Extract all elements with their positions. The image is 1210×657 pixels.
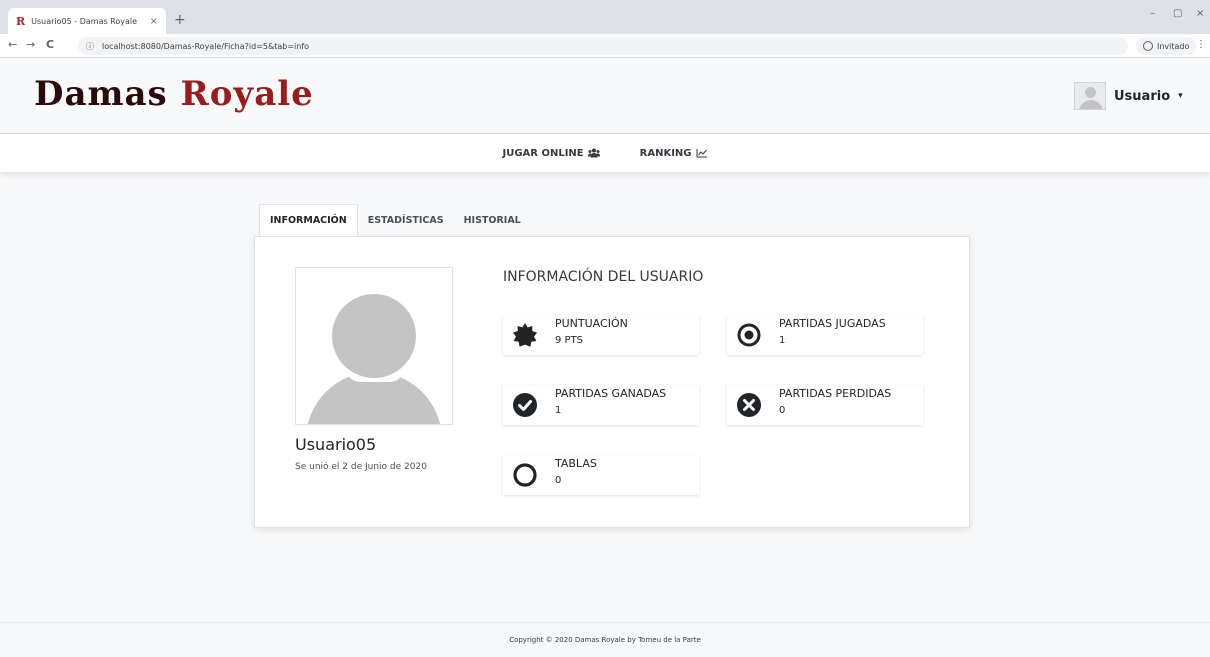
stat-partidas-perdidas: PARTIDAS PERDIDAS 0 [727, 385, 923, 425]
nav-item-ranking[interactable]: RANKING [640, 148, 708, 159]
stat-value: 0 [779, 405, 786, 416]
chart-line-icon [696, 149, 707, 158]
minimize-icon[interactable]: – [1150, 8, 1155, 19]
stat-value: 1 [555, 405, 562, 416]
circle-icon [513, 463, 537, 487]
browser-toolbar: ← → C ⓘ localhost:8080/Damas-Royale/Fich… [0, 34, 1210, 58]
restore-icon[interactable]: ▢ [1173, 8, 1182, 19]
browser-menu-icon[interactable]: ⋮ [1196, 39, 1206, 50]
tab-close-icon[interactable]: × [150, 16, 158, 27]
nav-item-label: JUGAR ONLINE [502, 147, 584, 159]
caret-down-icon: ▾ [1178, 91, 1183, 101]
reload-icon[interactable]: C [46, 38, 54, 51]
site-favicon: R [16, 14, 26, 28]
tab-informacion[interactable]: INFORMACIÓN [259, 204, 358, 237]
profile-joined-date: Se unió el 2 de Junio de 2020 [295, 462, 427, 472]
logo-text-damas: Damas [34, 74, 181, 114]
forward-icon[interactable]: → [26, 38, 35, 51]
times-circle-icon [737, 393, 761, 417]
tab-historial[interactable]: HISTORIAL [454, 204, 531, 237]
site-footer: Copyright © 2020 Damas Royale by Tomeu d… [0, 622, 1210, 657]
certificate-icon [513, 323, 537, 347]
footer-copyright: Copyright © 2020 Damas Royale by Tomeu d… [509, 636, 701, 644]
browser-tab-title: Usuario05 - Damas Royale [31, 16, 138, 26]
new-tab-button[interactable]: + [174, 12, 186, 28]
check-circle-icon [513, 393, 537, 417]
stat-value: 9 PTS [555, 335, 584, 346]
browser-tab[interactable]: R Usuario05 - Damas Royale × [8, 8, 166, 34]
stat-puntuacion: PUNTUACIÓN 9 PTS [503, 315, 699, 355]
user-menu-label: Usuario [1114, 88, 1171, 104]
browser-tabstrip: R Usuario05 - Damas Royale × + – ▢ × [0, 0, 1210, 34]
profile-photo [295, 267, 453, 425]
profile-username: Usuario05 [295, 435, 377, 454]
stat-value: 0 [555, 475, 562, 486]
profile-label: Invitado [1157, 41, 1190, 51]
logo-text-royale: Royale [180, 74, 314, 114]
stat-label: PUNTUACIÓN [555, 317, 628, 330]
window-close-icon[interactable]: × [1196, 8, 1204, 19]
url-text: localhost:8080/Damas-Royale/Ficha?id=5&t… [102, 41, 310, 51]
stat-label: PARTIDAS GANADAS [555, 387, 667, 400]
site-info-icon[interactable]: ⓘ [86, 41, 94, 52]
stat-label: TABLAS [555, 457, 597, 470]
back-icon[interactable]: ← [8, 38, 17, 51]
site-header: Damas Royale Usuario ▾ [0, 58, 1210, 134]
nav-item-label: RANKING [639, 147, 692, 159]
stat-label: PARTIDAS PERDIDAS [779, 387, 892, 400]
user-menu-toggle[interactable]: Usuario ▾ [1074, 82, 1183, 110]
profile-icon [1143, 41, 1153, 51]
main-nav: JUGAR ONLINE RANKING [0, 134, 1210, 172]
profile-tabs: INFORMACIÓN ESTADÍSTICAS HISTORIAL [259, 204, 531, 237]
stat-partidas-jugadas: PARTIDAS JUGADAS 1 [727, 315, 923, 355]
stat-value: 1 [779, 335, 786, 346]
nav-item-jugar-online[interactable]: JUGAR ONLINE [503, 148, 600, 159]
tab-estadisticas[interactable]: ESTADÍSTICAS [358, 204, 454, 237]
avatar [1074, 82, 1106, 110]
info-section-title: INFORMACIÓN DEL USUARIO [503, 269, 704, 285]
dot-circle-icon [737, 323, 761, 347]
stat-tablas: TABLAS 0 [503, 455, 699, 495]
profile-card: Usuario05 Se unió el 2 de Junio de 2020 … [254, 236, 970, 528]
site-logo[interactable]: Damas Royale [34, 74, 314, 114]
users-icon [587, 148, 600, 158]
browser-profile-button[interactable]: Invitado [1136, 37, 1197, 55]
address-bar[interactable]: ⓘ localhost:8080/Damas-Royale/Ficha?id=5… [78, 37, 1128, 55]
stat-label: PARTIDAS JUGADAS [779, 317, 886, 330]
stat-partidas-ganadas: PARTIDAS GANADAS 1 [503, 385, 699, 425]
